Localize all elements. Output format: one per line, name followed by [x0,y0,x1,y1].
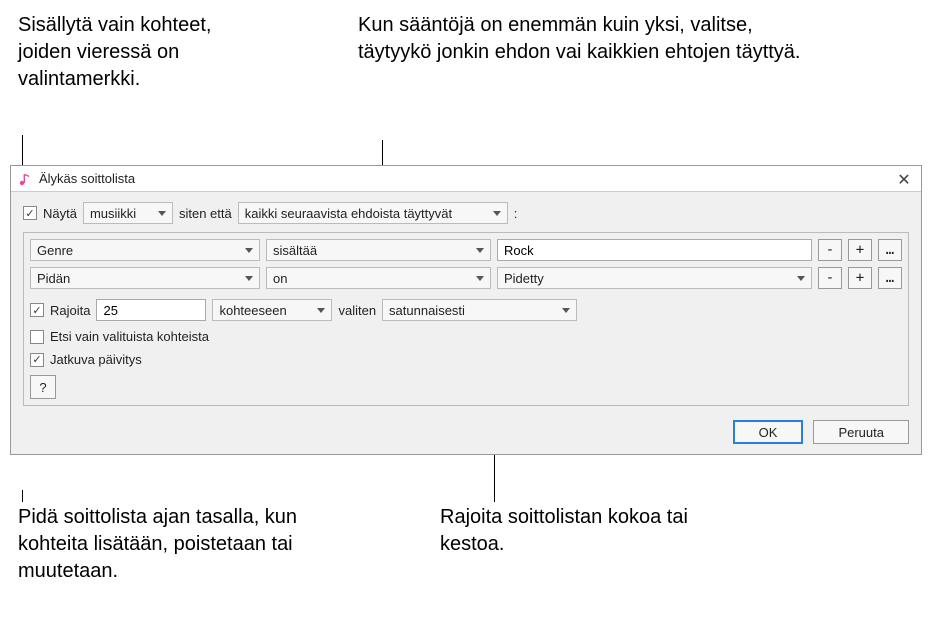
colon-label: : [514,206,518,221]
callout-match-mode: Kun sääntöjä on enemmän kuin yksi, valit… [358,12,818,66]
remove-rule-button[interactable]: - [818,239,842,261]
limit-value-input[interactable] [96,299,206,321]
callout-checked-only: Sisällytä vain kohteet, joiden vieressä … [18,12,228,93]
valiten-label: valiten [338,303,376,318]
add-rule-button[interactable]: + [848,267,872,289]
live-updating-label: Jatkuva päivitys [50,352,142,367]
close-icon[interactable]: ✕ [895,170,913,190]
remove-rule-button[interactable]: - [818,267,842,289]
siten-etta-label: siten että [179,206,232,221]
ok-button[interactable]: OK [733,420,804,444]
dialog-body: ✓ Näytä musiikki siten että kaikki seura… [11,192,921,454]
rule-value-select[interactable]: Pidetty [497,267,812,289]
rule-row: Genre sisältää - + … [30,239,902,261]
callout-limit: Rajoita soittolistan kokoa tai kestoa. [440,504,700,558]
live-updating-row: ✓ Jatkuva päivitys [30,352,902,367]
match-row: ✓ Näytä musiikki siten että kaikki seura… [23,202,909,224]
add-rule-button[interactable]: + [848,239,872,261]
music-note-icon [17,171,33,187]
help-button[interactable]: ? [30,375,56,399]
rule-field-select[interactable]: Genre [30,239,260,261]
rules-panel: Genre sisältää - + … Pidän on Pidetty - … [23,232,909,406]
show-label: Näytä [43,206,77,221]
cancel-button[interactable]: Peruuta [813,420,909,444]
rule-field-select[interactable]: Pidän [30,267,260,289]
dialog-actions: OK Peruuta [733,420,909,444]
rule-more-button[interactable]: … [878,239,902,261]
titlebar: Älykäs soittolista ✕ [11,166,921,192]
limit-label: Rajoita [50,303,90,318]
callout-live-updating: Pidä soittolista ajan tasalla, kun kohte… [18,504,338,585]
smart-playlist-dialog: Älykäs soittolista ✕ ✓ Näytä musiikki si… [10,165,922,455]
show-checkbox[interactable]: ✓ [23,206,37,220]
limit-unit-select[interactable]: kohteeseen [212,299,332,321]
rule-value-input[interactable] [497,239,812,261]
leader-line [382,140,383,166]
window-title: Älykäs soittolista [39,171,135,186]
limit-checkbox[interactable]: ✓ [30,303,44,317]
media-type-select[interactable]: musiikki [83,202,173,224]
leader-line [22,490,23,502]
limit-order-select[interactable]: satunnaisesti [382,299,577,321]
rule-more-button[interactable]: … [878,267,902,289]
live-updating-checkbox[interactable]: ✓ [30,353,44,367]
checked-only-row: Etsi vain valituista kohteista [30,329,902,344]
checked-only-checkbox[interactable] [30,330,44,344]
match-condition-select[interactable]: kaikki seuraavista ehdoista täyttyvät [238,202,508,224]
rule-row: Pidän on Pidetty - + … [30,267,902,289]
limit-row: ✓ Rajoita kohteeseen valiten satunnaises… [30,299,902,321]
rule-op-select[interactable]: on [266,267,491,289]
checked-only-label: Etsi vain valituista kohteista [50,329,209,344]
rule-op-select[interactable]: sisältää [266,239,491,261]
